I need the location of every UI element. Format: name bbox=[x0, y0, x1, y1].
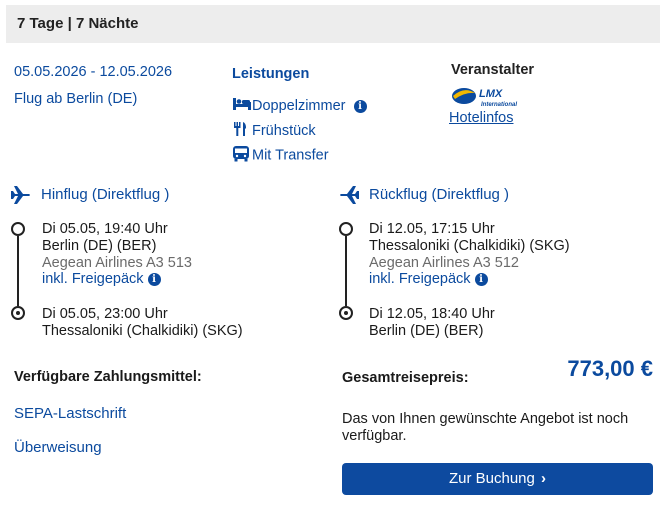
payment-method-sepa: SEPA-Lastschrift bbox=[14, 405, 127, 422]
bed-icon bbox=[232, 97, 252, 115]
return-baggage: inkl. Freigepäck i bbox=[369, 271, 488, 287]
return-title: Rückflug (Direktflug ) bbox=[369, 186, 510, 203]
duration-title: 7 Tage | 7 Nächte bbox=[17, 15, 139, 32]
departure-city: Flug ab Berlin (DE) bbox=[14, 91, 138, 107]
outbound-airline: Aegean Airlines A3 513 bbox=[42, 255, 192, 271]
return-arr-airport: Berlin (DE) (BER) bbox=[369, 323, 484, 339]
return-timeline-end bbox=[339, 306, 353, 320]
info-icon[interactable]: i bbox=[147, 273, 161, 286]
return-arr-time: Di 12.05, 18:40 Uhr bbox=[369, 306, 495, 322]
info-icon[interactable]: i bbox=[353, 99, 367, 113]
return-plane-icon bbox=[338, 185, 360, 210]
service-item-transfer: Mit Transfer bbox=[232, 145, 329, 166]
baggage-label: inkl. Freigepäck bbox=[42, 271, 144, 287]
logo-text: LMX bbox=[479, 88, 503, 100]
info-icon[interactable]: i bbox=[474, 273, 488, 286]
offer-header: 7 Tage | 7 Nächte bbox=[6, 5, 660, 43]
return-dep-airport: Thessaloniki (Chalkidiki) (SKG) bbox=[369, 238, 570, 254]
return-dep-time: Di 12.05, 17:15 Uhr bbox=[369, 221, 495, 237]
operator-title: Veranstalter bbox=[451, 62, 535, 78]
outbound-timeline-line bbox=[17, 236, 19, 306]
logo-subtext: International bbox=[481, 102, 517, 108]
service-item-breakfast: Frühstück bbox=[232, 121, 316, 141]
outbound-title: Hinflug (Direktflug ) bbox=[41, 186, 170, 203]
total-price-label: Gesamtreisepreis: bbox=[342, 370, 469, 386]
outbound-timeline-end bbox=[11, 306, 25, 320]
total-price-value: 773,00 € bbox=[567, 356, 653, 381]
service-label: Frühstück bbox=[252, 122, 316, 139]
booking-button[interactable]: Zur Buchung › bbox=[342, 463, 653, 495]
service-item-room: Doppelzimmer i bbox=[232, 97, 367, 115]
return-airline: Aegean Airlines A3 512 bbox=[369, 255, 519, 271]
outbound-dep-airport: Berlin (DE) (BER) bbox=[42, 238, 157, 254]
availability-text: Das von Ihnen gewünschte Angebot ist noc… bbox=[342, 411, 629, 444]
outbound-dep-time: Di 05.05, 19:40 Uhr bbox=[42, 221, 168, 237]
payment-title: Verfügbare Zahlungsmittel: bbox=[14, 369, 202, 385]
service-label: Doppelzimmer bbox=[252, 97, 346, 114]
cutlery-icon bbox=[232, 121, 252, 141]
operator-logo: LMX International bbox=[451, 84, 531, 110]
services-title: Leistungen bbox=[232, 66, 310, 82]
booking-button-label: Zur Buchung bbox=[448, 470, 535, 487]
baggage-label: inkl. Freigepäck bbox=[369, 271, 471, 287]
return-timeline-line bbox=[345, 236, 347, 306]
outbound-timeline-start bbox=[11, 222, 25, 236]
travel-dates: 05.05.2026 - 12.05.2026 bbox=[14, 64, 173, 80]
outbound-arr-airport: Thessaloniki (Chalkidiki) (SKG) bbox=[42, 323, 243, 339]
return-timeline-start bbox=[339, 222, 353, 236]
service-label: Mit Transfer bbox=[252, 147, 329, 164]
payment-method-transfer: Überweisung bbox=[14, 439, 102, 456]
bus-icon bbox=[232, 145, 252, 166]
outbound-baggage: inkl. Freigepäck i bbox=[42, 271, 161, 287]
outbound-plane-icon bbox=[10, 185, 32, 210]
hotelinfos-link[interactable]: Hotelinfos bbox=[449, 110, 513, 126]
outbound-arr-time: Di 05.05, 23:00 Uhr bbox=[42, 306, 168, 322]
chevron-right-icon: › bbox=[541, 470, 547, 487]
